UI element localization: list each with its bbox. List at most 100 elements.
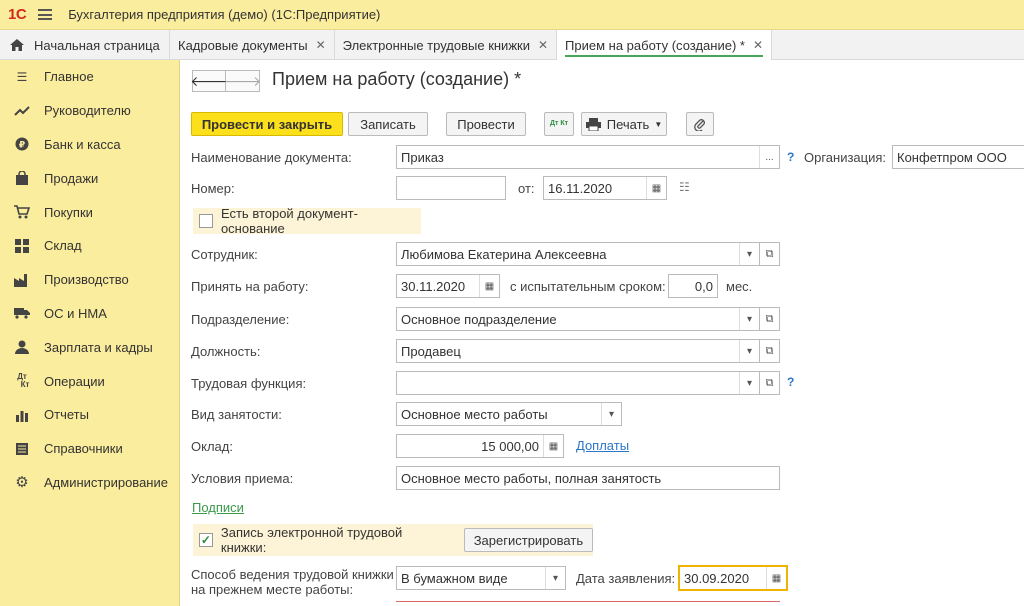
- home-icon: [10, 39, 24, 51]
- sidebar-item-warehouse[interactable]: Склад: [0, 229, 179, 263]
- labor-function-label: Трудовая функция:: [191, 376, 307, 391]
- tab-hr-documents[interactable]: Кадровые документы ✕: [170, 30, 335, 60]
- forward-button[interactable]: 🡒: [224, 70, 261, 92]
- dt-kt-icon: Дт Кт: [17, 372, 30, 390]
- department-field[interactable]: Основное подразделение ▾: [396, 307, 760, 331]
- register-button[interactable]: Зарегистрировать: [463, 528, 593, 552]
- sidebar-item-label: Покупки: [44, 204, 93, 220]
- back-button[interactable]: 🡐: [190, 70, 228, 92]
- dropdown-caret-icon[interactable]: ▾: [739, 372, 759, 394]
- post-button[interactable]: Провести: [446, 112, 526, 136]
- factory-icon: [14, 273, 30, 287]
- person-icon: [14, 340, 30, 355]
- employment-type-label: Вид занятости:: [191, 407, 282, 422]
- position-label: Должность:: [191, 344, 261, 359]
- sidebar-item-salary-hr[interactable]: Зарплата и кадры: [0, 330, 179, 364]
- doc-name-value: Приказ: [401, 149, 444, 165]
- sidebar-item-label: Банк и касса: [44, 136, 121, 152]
- print-label: Печать: [606, 116, 650, 132]
- conditions-field[interactable]: Основное место работы, полная занятость: [396, 466, 780, 490]
- labor-function-field[interactable]: ▾: [396, 371, 760, 395]
- second-doc-checkbox[interactable]: [199, 214, 213, 228]
- sidebar-item-production[interactable]: Производство: [0, 263, 179, 297]
- etk-record-row: ✓ Запись электронной трудовой книжки: За…: [193, 524, 593, 556]
- help-icon[interactable]: ?: [787, 150, 794, 164]
- sidebar-item-purchases[interactable]: Покупки: [0, 195, 179, 229]
- open-employee-icon[interactable]: ⧉: [760, 242, 780, 266]
- dropdown-caret-icon[interactable]: ▾: [739, 340, 759, 362]
- save-button[interactable]: Записать: [348, 112, 428, 136]
- tab-label: Электронные трудовые книжки: [342, 37, 530, 53]
- calculator-icon[interactable]: ▦: [543, 435, 563, 457]
- salary-value: 15 000,00: [481, 438, 539, 454]
- sidebar-item-label: Склад: [44, 238, 82, 254]
- department-label: Подразделение:: [191, 312, 290, 327]
- sidebar-item-references[interactable]: Справочники: [0, 432, 179, 466]
- probation-field[interactable]: 0,0: [668, 274, 718, 298]
- employment-type-select[interactable]: Основное место работы ▾: [396, 402, 622, 426]
- salary-field[interactable]: 15 000,00 ▦: [396, 434, 564, 458]
- position-field[interactable]: Продавец ▾: [396, 339, 760, 363]
- main-menu-icon[interactable]: [38, 9, 53, 20]
- doc-date-field[interactable]: 16.11.2020 ▦: [543, 176, 667, 200]
- post-and-close-button[interactable]: Провести и закрыть: [191, 112, 343, 136]
- sidebar-item-manager[interactable]: Руководителю: [0, 94, 179, 128]
- payments-link[interactable]: Доплаты: [576, 438, 629, 453]
- dropdown-caret-icon[interactable]: ▾: [545, 567, 565, 589]
- dropdown-caret-icon[interactable]: ▾: [739, 308, 759, 330]
- organization-field[interactable]: Конфетпром ООО: [892, 145, 1024, 169]
- sidebar-item-main[interactable]: ☰ Главное: [0, 60, 179, 94]
- number-label: Номер:: [191, 181, 235, 196]
- hire-date-field[interactable]: 30.11.2020 ▦: [396, 274, 500, 298]
- close-icon[interactable]: ✕: [316, 38, 326, 52]
- close-icon[interactable]: ✕: [753, 38, 763, 52]
- app-logo[interactable]: 1С: [8, 6, 27, 23]
- next-field-partial: [396, 601, 780, 606]
- sidebar-item-bank[interactable]: ₽ Банк и касса: [0, 128, 179, 162]
- application-date-label: Дата заявления:: [576, 571, 676, 586]
- sidebar-item-sales[interactable]: Продажи: [0, 161, 179, 195]
- sidebar-item-reports[interactable]: Отчеты: [0, 398, 179, 432]
- sidebar-item-fixed-assets[interactable]: ОС и НМА: [0, 297, 179, 331]
- tab-home[interactable]: Начальная страница: [0, 30, 170, 60]
- calendar-icon[interactable]: ▦: [766, 567, 786, 589]
- open-department-icon[interactable]: ⧉: [760, 307, 780, 331]
- etk-checkbox[interactable]: ✓: [199, 533, 213, 547]
- doc-name-field[interactable]: Приказ ...: [396, 145, 780, 169]
- method-label-line1: Способ ведения трудовой книжки: [191, 567, 394, 582]
- department-value: Основное подразделение: [401, 311, 557, 327]
- calendar-icon[interactable]: ▦: [646, 177, 666, 199]
- signatures-link[interactable]: Подписи: [192, 500, 244, 515]
- sidebar-item-label: Продажи: [44, 170, 99, 186]
- select-ellipsis-icon[interactable]: ...: [759, 146, 779, 168]
- sidebar-item-label: Справочники: [44, 441, 123, 457]
- help-icon[interactable]: ?: [787, 375, 794, 389]
- date-from-label: от:: [518, 181, 535, 196]
- doc-date-value: 16.11.2020: [548, 180, 613, 196]
- calendar-icon[interactable]: ▦: [479, 275, 499, 297]
- open-labor-function-icon[interactable]: ⧉: [760, 371, 780, 395]
- tab-label: Начальная страница: [34, 37, 160, 53]
- printer-icon: [585, 117, 601, 131]
- dropdown-caret-icon[interactable]: ▾: [601, 403, 621, 425]
- sidebar-item-operations[interactable]: Дт Кт Операции: [0, 364, 179, 398]
- probation-unit: мес.: [726, 279, 753, 294]
- bag-icon: [14, 171, 30, 186]
- attach-button[interactable]: [686, 112, 714, 136]
- second-doc-checkbox-row[interactable]: Есть второй документ-основание: [193, 206, 421, 236]
- etk-label: Запись электронной трудовой книжки:: [220, 525, 403, 555]
- tab-hiring-create[interactable]: Прием на работу (создание) * ✕: [557, 30, 773, 60]
- close-icon[interactable]: ✕: [538, 38, 548, 52]
- dropdown-caret-icon[interactable]: ▾: [739, 243, 759, 265]
- dt-kt-button[interactable]: Дт Кт: [544, 112, 574, 136]
- sidebar-item-administration[interactable]: ⚙ Администрирование: [0, 466, 179, 500]
- document-history-icon[interactable]: ☷: [679, 180, 690, 194]
- number-field[interactable]: [396, 176, 506, 200]
- tab-electronic-work-books[interactable]: Электронные трудовые книжки ✕: [335, 30, 558, 60]
- open-position-icon[interactable]: ⧉: [760, 339, 780, 363]
- arrow-left-icon: 🡐: [190, 72, 228, 89]
- method-select[interactable]: В бумажном виде ▾: [396, 566, 566, 590]
- print-button[interactable]: Печать ▼: [581, 112, 667, 136]
- application-date-field[interactable]: 30.09.2020 ▦: [678, 565, 788, 591]
- employee-field[interactable]: Любимова Екатерина Алексеевна ▾: [396, 242, 760, 266]
